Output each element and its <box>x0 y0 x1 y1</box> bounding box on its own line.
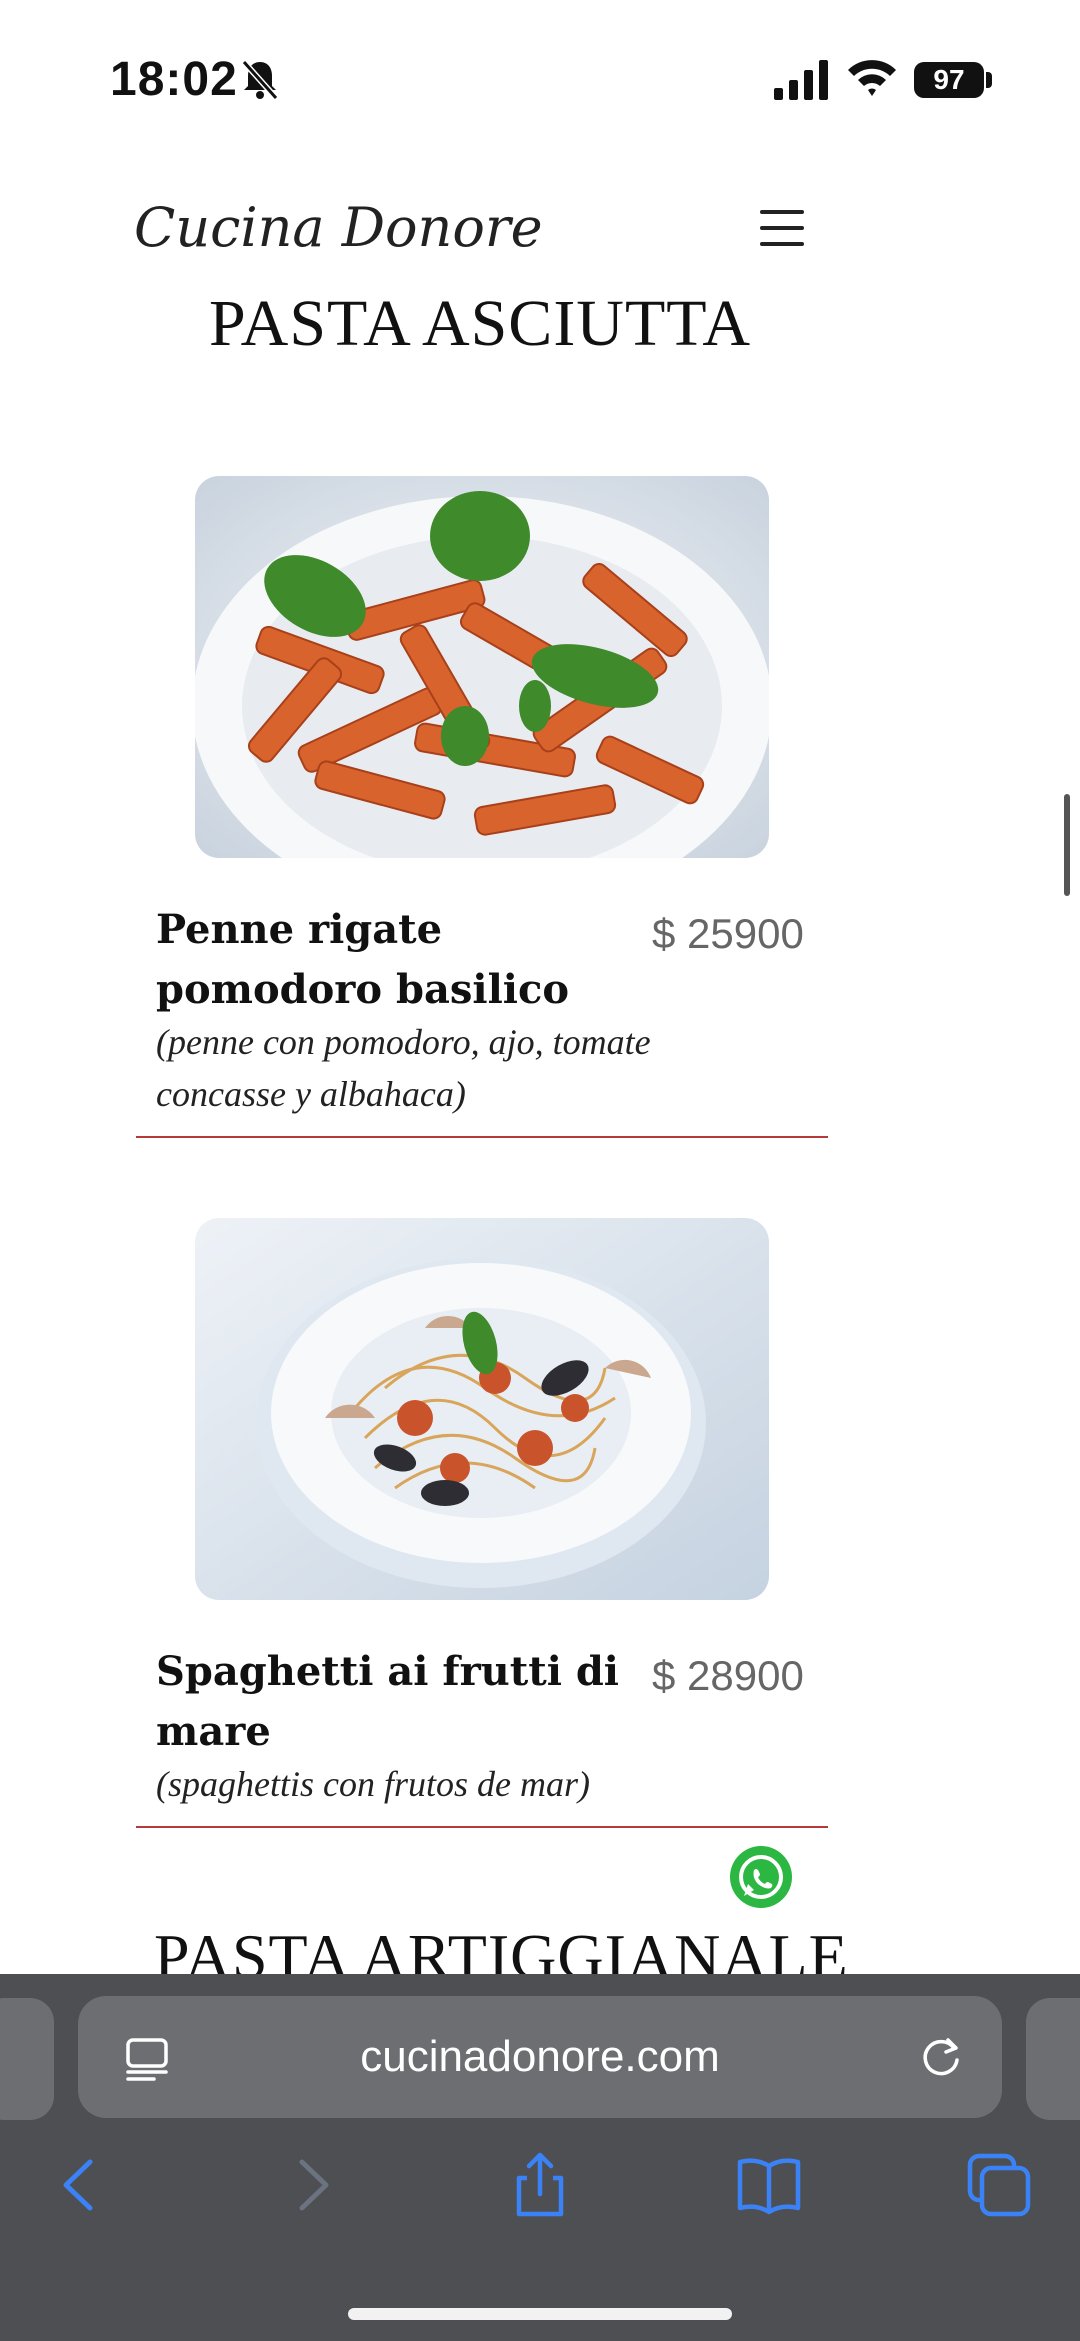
battery-level: 97 <box>914 62 984 98</box>
dish-price: $ 25900 <box>652 910 804 957</box>
home-indicator[interactable] <box>348 2308 732 2320</box>
dish-name: Spaghetti ai frutti di mare <box>156 1648 619 1755</box>
site-brand[interactable]: Cucina Donore <box>134 196 543 259</box>
share-icon[interactable] <box>505 2150 575 2220</box>
previous-tab-preview[interactable] <box>0 1998 54 2120</box>
browser-toolbar: cucinadonore.com <box>0 1974 1080 2341</box>
reload-icon[interactable] <box>918 2034 964 2080</box>
whatsapp-icon[interactable] <box>730 1846 792 1908</box>
address-bar[interactable]: cucinadonore.com <box>78 1996 1002 2118</box>
cellular-signal-icon <box>774 60 828 100</box>
dish-description: (spaghettis con frutos de mar) <box>156 1764 590 1804</box>
next-tab-preview[interactable] <box>1026 1998 1080 2120</box>
scroll-indicator[interactable] <box>1064 794 1070 896</box>
status-bar: 18:02 97 <box>0 0 1080 150</box>
section-title-pasta-asciutta: PASTA ASCIUTTA <box>209 287 751 360</box>
wifi-icon <box>848 60 896 96</box>
hamburger-menu-icon[interactable] <box>760 210 804 246</box>
bell-muted-icon <box>241 60 279 100</box>
bookmarks-icon[interactable] <box>734 2150 804 2220</box>
status-time: 18:02 <box>110 53 238 106</box>
forward-icon[interactable] <box>278 2150 348 2220</box>
tabs-icon[interactable] <box>964 2150 1034 2220</box>
dish-divider <box>136 1136 828 1138</box>
back-icon[interactable] <box>44 2150 114 2220</box>
battery-tip <box>986 72 992 88</box>
dish-photo-penne <box>195 476 769 858</box>
dish-price: $ 28900 <box>652 1652 804 1699</box>
dish-divider <box>136 1826 828 1828</box>
dish-name: Penne rigate pomodoro basilico <box>156 906 570 1013</box>
dish-description: (penne con pomodoro, ajo, tomate concass… <box>156 1022 651 1114</box>
dish-photo-spaghetti <box>195 1218 769 1600</box>
url-text[interactable]: cucinadonore.com <box>78 2032 1002 2082</box>
